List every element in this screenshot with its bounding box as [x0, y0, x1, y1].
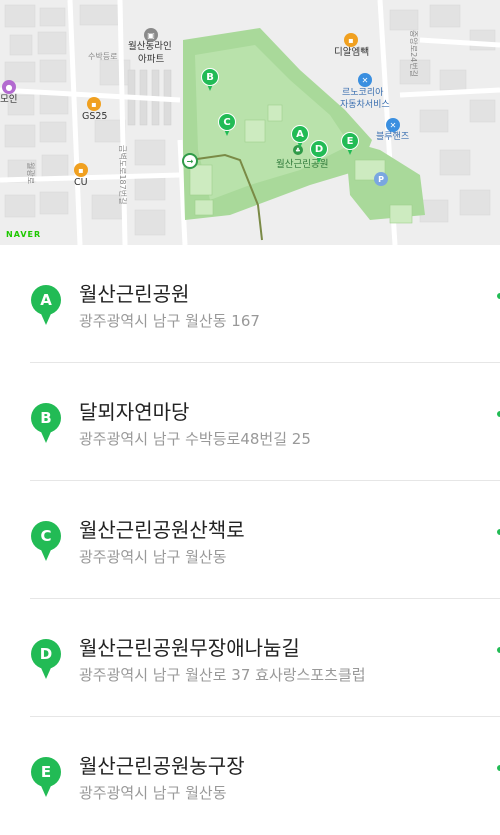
map-pin-a[interactable]: A	[291, 125, 309, 149]
result-name[interactable]: 월산근린공원무장애나눔길	[79, 632, 300, 661]
car-service-icon[interactable]: ✕	[358, 73, 372, 87]
search-results-list: A 월산근린공원 광주광역시 남구 월산동 167 B 달뫼자연마당 광주광역시…	[0, 245, 500, 818]
map-label-gs25: GS25	[82, 111, 108, 122]
shop-icon[interactable]: ●	[2, 80, 16, 94]
map-label-drm: 디알엠빽	[334, 47, 369, 58]
convenience-store-icon[interactable]: ▪	[87, 97, 101, 111]
map-label-bluehands: 블루핸즈	[376, 132, 410, 142]
map-label-road-vertical: 금벽도로187번길	[118, 145, 127, 205]
convenience-store-icon[interactable]: ▪	[74, 163, 88, 177]
result-address: 광주광역시 남구 월산동	[79, 548, 227, 566]
result-item-e[interactable]: E 월산근린공원농구장 광주광역시 남구 월산동	[0, 717, 500, 835]
result-name[interactable]: 달뫼자연마당	[79, 396, 189, 425]
map-view[interactable]: 월산동라인 아파트 수박등로 GS25 CU 모인 디알엠빽 르노코리아 자동차…	[0, 0, 500, 245]
result-item-b[interactable]: B 달뫼자연마당 광주광역시 남구 수박등로48번길 25	[0, 363, 500, 481]
result-item-c[interactable]: C 월산근린공원산책로 광주광역시 남구 월산동	[0, 481, 500, 599]
map-label-road-subak: 수박등로	[88, 52, 118, 61]
result-address: 광주광역시 남구 월산동 167	[79, 312, 260, 330]
map-label-moin: 모인	[0, 94, 18, 105]
map-pin-c[interactable]: C	[218, 113, 236, 137]
map-canvas	[0, 0, 500, 245]
map-pin-b[interactable]: B	[201, 68, 219, 92]
result-marker-icon: C	[31, 521, 61, 565]
map-label-road-right: 중앙로24번길	[409, 30, 418, 77]
car-service-icon[interactable]: ✕	[386, 118, 400, 132]
map-pin-d[interactable]: D	[310, 140, 328, 164]
result-marker-icon: E	[31, 757, 61, 801]
result-marker-icon: B	[31, 403, 61, 447]
result-address: 광주광역시 남구 수박등로48번길 25	[79, 430, 311, 448]
route-start-icon: →	[182, 153, 198, 169]
result-name[interactable]: 월산근린공원산책로	[79, 514, 245, 543]
result-item-a[interactable]: A 월산근린공원 광주광역시 남구 월산동 167	[0, 245, 500, 363]
map-label-apartment-1: 월산동라인	[128, 41, 172, 52]
map-label-apartment-2: 아파트	[138, 54, 165, 65]
result-marker-icon: D	[31, 639, 61, 683]
parking-icon[interactable]: P	[374, 172, 388, 186]
result-name[interactable]: 월산근린공원농구장	[79, 750, 245, 779]
naver-logo: NAVER	[6, 230, 42, 239]
apartment-icon[interactable]: ▣	[144, 28, 158, 42]
result-marker-icon: A	[31, 285, 61, 329]
map-pin-e[interactable]: E	[341, 132, 359, 156]
result-item-d[interactable]: D 월산근린공원무장애나눔길 광주광역시 남구 월산로 37 효사랑스포츠클럽	[0, 599, 500, 717]
map-label-renault-2: 자동차서비스	[340, 100, 390, 110]
shopping-icon[interactable]: ▪	[344, 33, 358, 47]
result-name[interactable]: 월산근린공원	[79, 278, 189, 307]
map-label-cu: CU	[74, 177, 88, 188]
map-label-renault-1: 르노코리아	[342, 88, 384, 98]
result-address: 광주광역시 남구 월산동	[79, 784, 227, 802]
map-label-road-left: 월광로	[26, 162, 35, 185]
result-address: 광주광역시 남구 월산로 37 효사랑스포츠클럽	[79, 666, 366, 684]
